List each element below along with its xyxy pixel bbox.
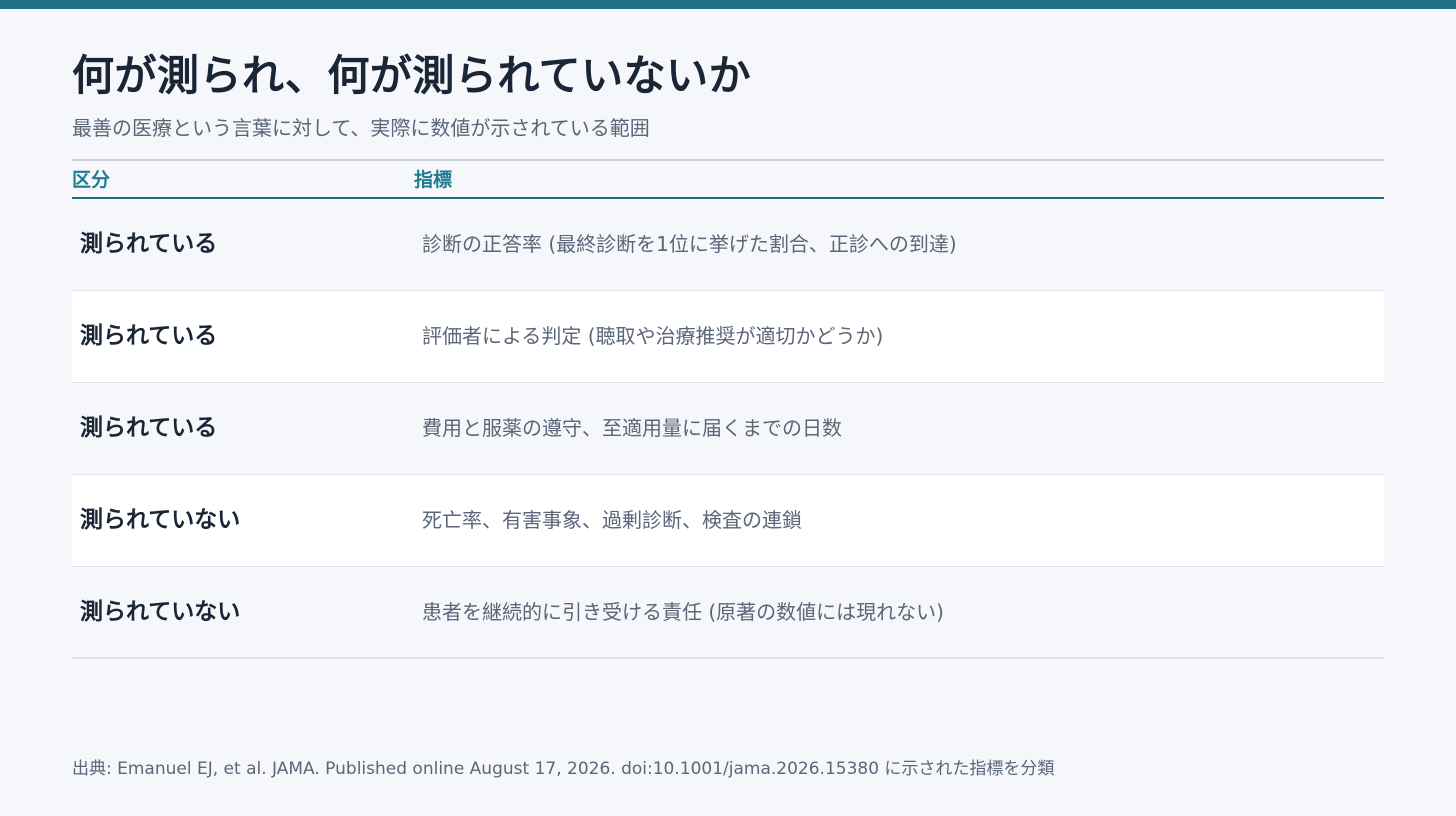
row-indicator: 診断の正答率 (最終診断を1位に挙げた割合、正診への到達) — [422, 232, 957, 256]
top-accent-bar — [0, 0, 1456, 9]
row-indicator: 患者を継続的に引き受ける責任 (原著の数値には現れない) — [422, 600, 944, 624]
row-indicator: 評価者による判定 (聴取や治療推奨が適切かどうか) — [422, 324, 884, 348]
page-subtitle: 最善の医療という言葉に対して、実際に数値が示されている範囲 — [72, 116, 650, 140]
row-indicator: 費用と服薬の遵守、至適用量に届くまでの日数 — [422, 416, 842, 440]
row-indicator: 死亡率、有害事象、過剰診断、検査の連鎖 — [422, 508, 802, 532]
row-category: 測られている — [80, 323, 218, 349]
row-category: 測られている — [80, 231, 218, 257]
metrics-table: 区分 指標 測られている 診断の正答率 (最終診断を1位に挙げた割合、正診への到… — [72, 159, 1384, 659]
table-header: 区分 指標 — [72, 159, 1384, 199]
table-row: 測られている 費用と服薬の遵守、至適用量に届くまでの日数 — [72, 383, 1384, 475]
row-category: 測られている — [80, 415, 218, 441]
row-category: 測られていない — [80, 507, 241, 533]
table-row: 測られている 評価者による判定 (聴取や治療推奨が適切かどうか) — [72, 291, 1384, 383]
table-row: 測られていない 死亡率、有害事象、過剰診断、検査の連鎖 — [72, 475, 1384, 567]
row-category: 測られていない — [80, 599, 241, 625]
table-row: 測られていない 患者を継続的に引き受ける責任 (原著の数値には現れない) — [72, 567, 1384, 659]
page-title: 何が測られ、何が測られていないか — [72, 51, 752, 100]
column-header-category: 区分 — [72, 169, 111, 191]
column-header-indicator: 指標 — [414, 169, 453, 191]
table-row: 測られている 診断の正答率 (最終診断を1位に挙げた割合、正診への到達) — [72, 199, 1384, 291]
source-citation: 出典: Emanuel EJ, et al. JAMA. Published o… — [72, 759, 1055, 779]
